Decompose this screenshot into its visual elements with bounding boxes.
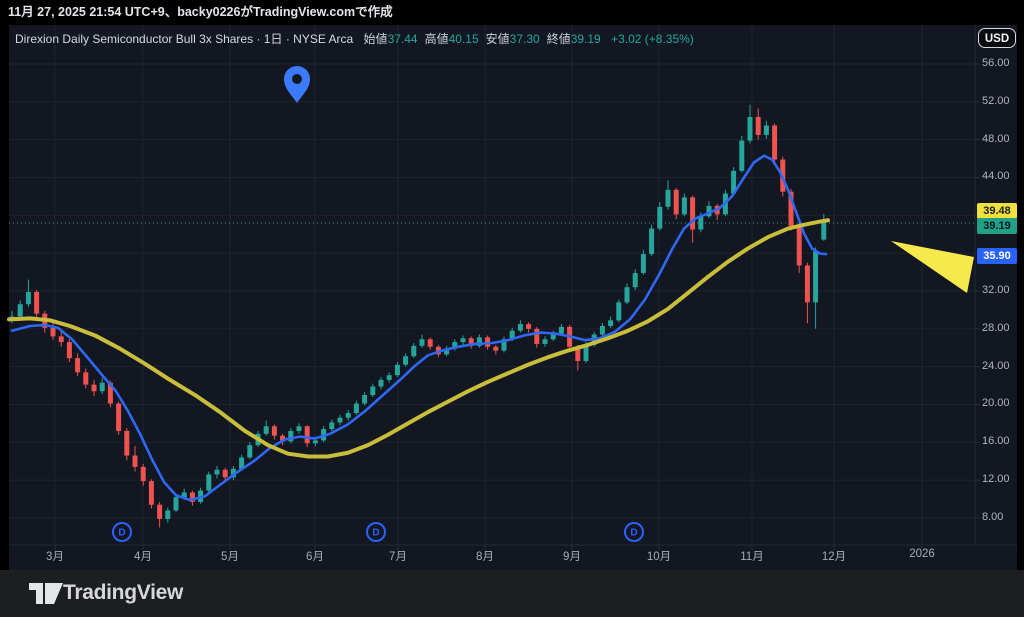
tradingview-snapshot: 11月 27, 2025 21:54 UTC+9、backy0226がTradi… [0, 0, 1024, 617]
time-tick-label: 6月 [293, 548, 337, 564]
quote-value: 39.19 [571, 32, 601, 46]
arrow-drawing[interactable] [891, 241, 974, 293]
separator: · [286, 32, 290, 46]
time-tick-label: 3月 [33, 548, 77, 564]
dividend-marker[interactable]: D [367, 523, 385, 541]
ma-line-ma-fast[interactable] [12, 156, 826, 500]
price-tick-label: 44.00 [982, 170, 1022, 182]
price-tick-label: 8.00 [982, 511, 1022, 523]
time-tick-label: 4月 [121, 548, 165, 564]
grid-lines [9, 25, 1017, 550]
ma-slow-value-badge: 39.48 [977, 203, 1017, 219]
price-tick-label: 16.00 [982, 435, 1022, 447]
quote-label: 終値 [547, 32, 571, 46]
price-tick-label: 32.00 [982, 284, 1022, 296]
footer-bar: TradingView [0, 570, 1024, 617]
svg-text:D: D [630, 528, 637, 539]
price-tick-label: 56.00 [982, 57, 1022, 69]
svg-text:D: D [118, 528, 125, 539]
location-pin-icon[interactable] [284, 66, 310, 103]
quote-value: 40.15 [449, 32, 479, 46]
price-tick-label: 12.00 [982, 473, 1022, 485]
quote-value: 37.44 [388, 32, 418, 46]
candlestick-series [10, 105, 827, 528]
time-tick-label: 10月 [637, 548, 681, 564]
tradingview-brand-text[interactable]: TradingView [63, 581, 183, 605]
tradingview-logo-icon[interactable] [29, 583, 65, 605]
change-value: +3.02 (+8.35%) [611, 32, 694, 46]
time-tick-label: 5月 [208, 548, 252, 564]
currency-badge: USD [978, 28, 1016, 48]
dividend-marker[interactable]: D [625, 523, 643, 541]
price-tick-label: 52.00 [982, 95, 1022, 107]
ohlc-values: 始値37.44 高値40.15 安値37.30 終値39.19 [357, 32, 601, 46]
price-tick-label: 48.00 [982, 133, 1022, 145]
price-chart[interactable]: DDD [0, 0, 1024, 617]
exchange-label: NYSE Arca [293, 32, 353, 46]
quote-label: 安値 [486, 32, 510, 46]
dividend-marker[interactable]: D [113, 523, 131, 541]
close-value-badge: 39.19 [977, 218, 1017, 234]
time-tick-label: 9月 [550, 548, 594, 564]
ma-fast-value-badge: 35.90 [977, 248, 1017, 264]
price-tick-label: 20.00 [982, 397, 1022, 409]
time-tick-label: 12月 [812, 548, 856, 564]
interval-label[interactable]: 1日 [264, 32, 283, 46]
price-tick-label: 24.00 [982, 360, 1022, 372]
symbol-header: Direxion Daily Semiconductor Bull 3x Sha… [15, 30, 694, 47]
svg-text:D: D [372, 528, 379, 539]
price-tick-label: 28.00 [982, 322, 1022, 334]
time-tick-label: 11月 [730, 548, 774, 564]
separator: · [256, 32, 260, 46]
quote-label: 始値 [364, 32, 388, 46]
quote-value: 37.30 [510, 32, 540, 46]
quote-label: 高値 [425, 32, 449, 46]
symbol-title: Direxion Daily Semiconductor Bull 3x Sha… [15, 32, 253, 46]
time-tick-label: 8月 [463, 548, 507, 564]
time-tick-label: 7月 [376, 548, 420, 564]
time-tick-label: 2026 [900, 548, 944, 560]
